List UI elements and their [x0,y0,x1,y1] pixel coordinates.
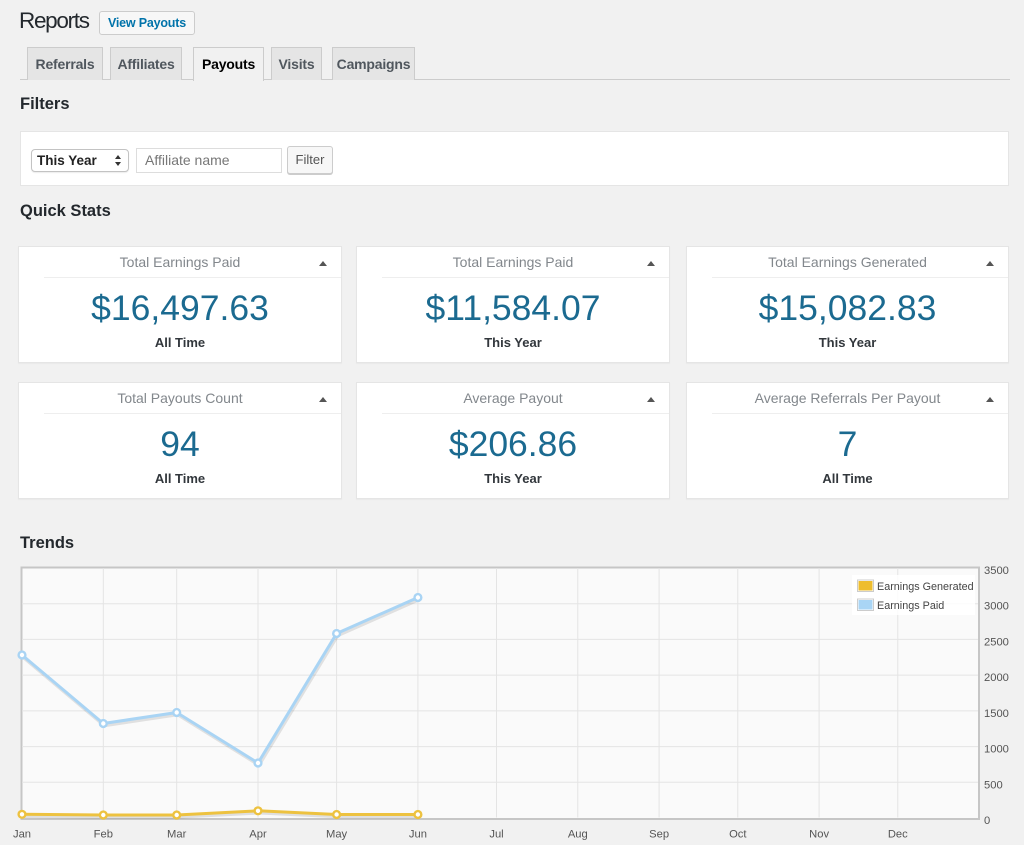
svg-text:2000: 2000 [984,672,1009,684]
svg-text:Earnings Generated: Earnings Generated [877,581,974,593]
svg-text:Oct: Oct [729,829,747,841]
svg-text:Feb: Feb [94,829,113,841]
svg-text:500: 500 [984,779,1003,791]
svg-text:Nov: Nov [809,829,829,841]
svg-text:3500: 3500 [984,565,1009,577]
svg-text:1000: 1000 [984,744,1009,756]
svg-text:2500: 2500 [984,636,1009,648]
svg-text:Dec: Dec [888,829,908,841]
svg-text:Mar: Mar [167,829,187,841]
svg-text:Jun: Jun [409,829,427,841]
svg-text:1500: 1500 [984,708,1009,720]
svg-text:Jul: Jul [489,829,503,841]
svg-text:May: May [326,829,348,841]
svg-text:Sep: Sep [649,829,669,841]
svg-text:Aug: Aug [568,829,588,841]
svg-text:Earnings Paid: Earnings Paid [877,600,944,612]
svg-text:3000: 3000 [984,601,1009,613]
svg-text:Jan: Jan [13,829,31,841]
svg-text:0: 0 [984,815,990,827]
svg-text:Apr: Apr [249,829,267,841]
